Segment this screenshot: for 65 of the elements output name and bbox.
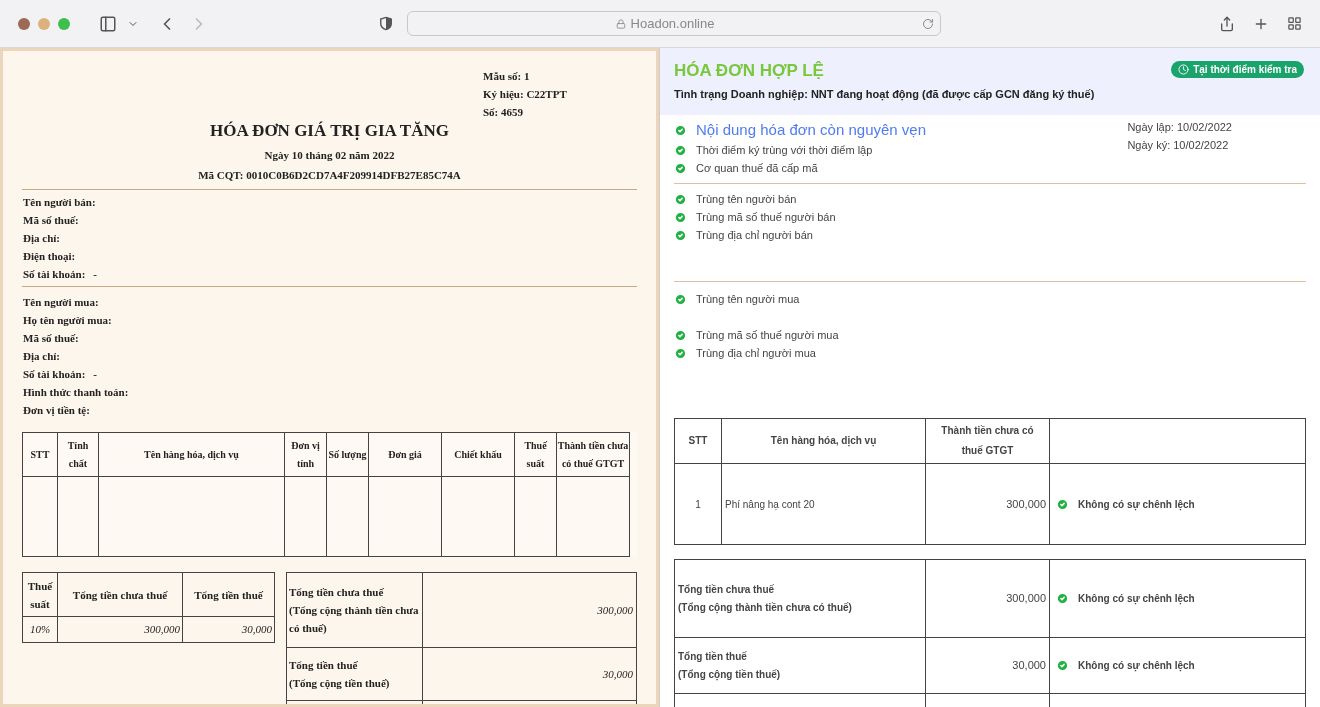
result-text: Không có sự chênh lệch — [1078, 497, 1195, 512]
field-label: Đơn vị tiền tệ: — [23, 402, 90, 418]
check-label: Trùng mã số thuế người mua — [696, 327, 839, 343]
field-label: Họ tên người mua: — [23, 312, 112, 328]
check-label: Cơ quan thuế đã cấp mã — [696, 160, 818, 176]
result-title: HÓA ĐƠN HỢP LỆ — [674, 60, 824, 82]
sidebar-icon[interactable] — [99, 14, 117, 33]
check-headline: Nội dung hóa đơn còn nguyên vẹn — [696, 119, 926, 140]
invoice-meta: Mẫu số: 1 — [483, 69, 531, 84]
field-label: Số tài khoản: — [23, 366, 86, 382]
check-label: Trùng địa chỉ người bán — [696, 227, 813, 243]
total-label: Tổng tiền chưa thuế — [678, 582, 776, 597]
field-label: Điện thoại: — [23, 248, 76, 264]
total-sublabel: (Tổng cộng tiền thuế) — [678, 667, 782, 683]
table-cell: 10% — [22, 616, 58, 643]
invoice-meta: Ký hiệu: C22TPT — [483, 87, 567, 102]
date-text: Ngày ký: 10/02/2022 — [1127, 138, 1230, 153]
invoice-date: Ngày 10 tháng 02 năm 2022 — [264, 148, 395, 163]
close-window-button[interactable] — [18, 17, 30, 30]
clock-icon — [1178, 64, 1190, 75]
zoom-window-button[interactable] — [58, 17, 70, 30]
tab-overview-icon[interactable] — [1287, 16, 1302, 31]
check-label: Trùng địa chỉ người mua — [696, 345, 816, 361]
column-header: Tổng tiền thuế — [182, 572, 275, 617]
date-text: Ngày lập: 10/02/2022 — [1127, 120, 1232, 135]
total-label: Tổng tiền thuế — [678, 649, 748, 664]
share-icon[interactable] — [1219, 15, 1235, 32]
field-label: Địa chỉ: — [23, 230, 60, 246]
field-label: Mã số thuế: — [23, 212, 79, 228]
result-text: Không có sự chênh lệch — [1078, 592, 1195, 606]
field-value: - — [93, 366, 98, 382]
tax-authority-code: Mã CQT: 0010C0B6D2CD7A4F209914DFB27E85C74A — [198, 168, 461, 183]
result-text: Không có sự chênh lệch — [1078, 659, 1195, 673]
total-sublabel: (Tổng cộng thành tiền chưa có thuế) — [289, 603, 420, 636]
check-label: Thời điểm ký trùng với thời điểm lập — [696, 142, 873, 158]
field-label: Số tài khoản: — [23, 266, 86, 282]
shield-icon[interactable] — [379, 16, 393, 31]
column-header: STT — [22, 432, 58, 477]
address-bar[interactable]: Hoadon.online — [407, 11, 941, 36]
field-label: Mã số thuế: — [23, 330, 79, 346]
column-header: Thành tiền chưa có thuế GTGT — [556, 432, 630, 477]
check-label: Trùng tên người mua — [696, 291, 800, 307]
field-label: Tên người bán: — [23, 194, 96, 210]
column-header: Thuế suất — [22, 572, 58, 617]
field-label: Tên người mua: — [23, 294, 99, 310]
total-sublabel: (Tổng cộng thành tiền chưa có thuế) — [678, 600, 853, 616]
invoice-title: HÓA ĐƠN GIÁ TRỊ GIA TĂNG — [210, 120, 449, 142]
check-label: Trùng mã số thuế người bán — [696, 209, 836, 225]
check-label: Trùng tên người bán — [696, 191, 797, 207]
column-header: STT — [674, 418, 722, 464]
reload-icon[interactable] — [922, 17, 934, 30]
field-label: Hình thức thanh toán: — [23, 384, 129, 400]
total-label: Tổng tiền chưa thuế — [289, 585, 385, 600]
invoice-meta: Số: 4659 — [483, 105, 525, 120]
total-label: Tổng tiền thuế — [289, 658, 359, 673]
field-label: Địa chỉ: — [23, 348, 60, 364]
table-cell: 30,000 — [182, 616, 275, 643]
address-text: Hoadon.online — [630, 14, 715, 33]
field-value: - — [93, 266, 98, 282]
company-status: Tình trạng Doanh nghiệp: NNT đang hoạt động (đã được cấp GCN đăng ký thuế) — [674, 87, 1096, 103]
table-cell: 1 — [674, 463, 722, 545]
total-value: 300,000 — [422, 572, 637, 648]
total-sublabel: (Tổng cộng tiền thuế) — [289, 676, 391, 691]
lock-icon — [615, 18, 626, 29]
check-time-button[interactable]: Tại thời điểm kiểm tra — [1171, 61, 1304, 78]
